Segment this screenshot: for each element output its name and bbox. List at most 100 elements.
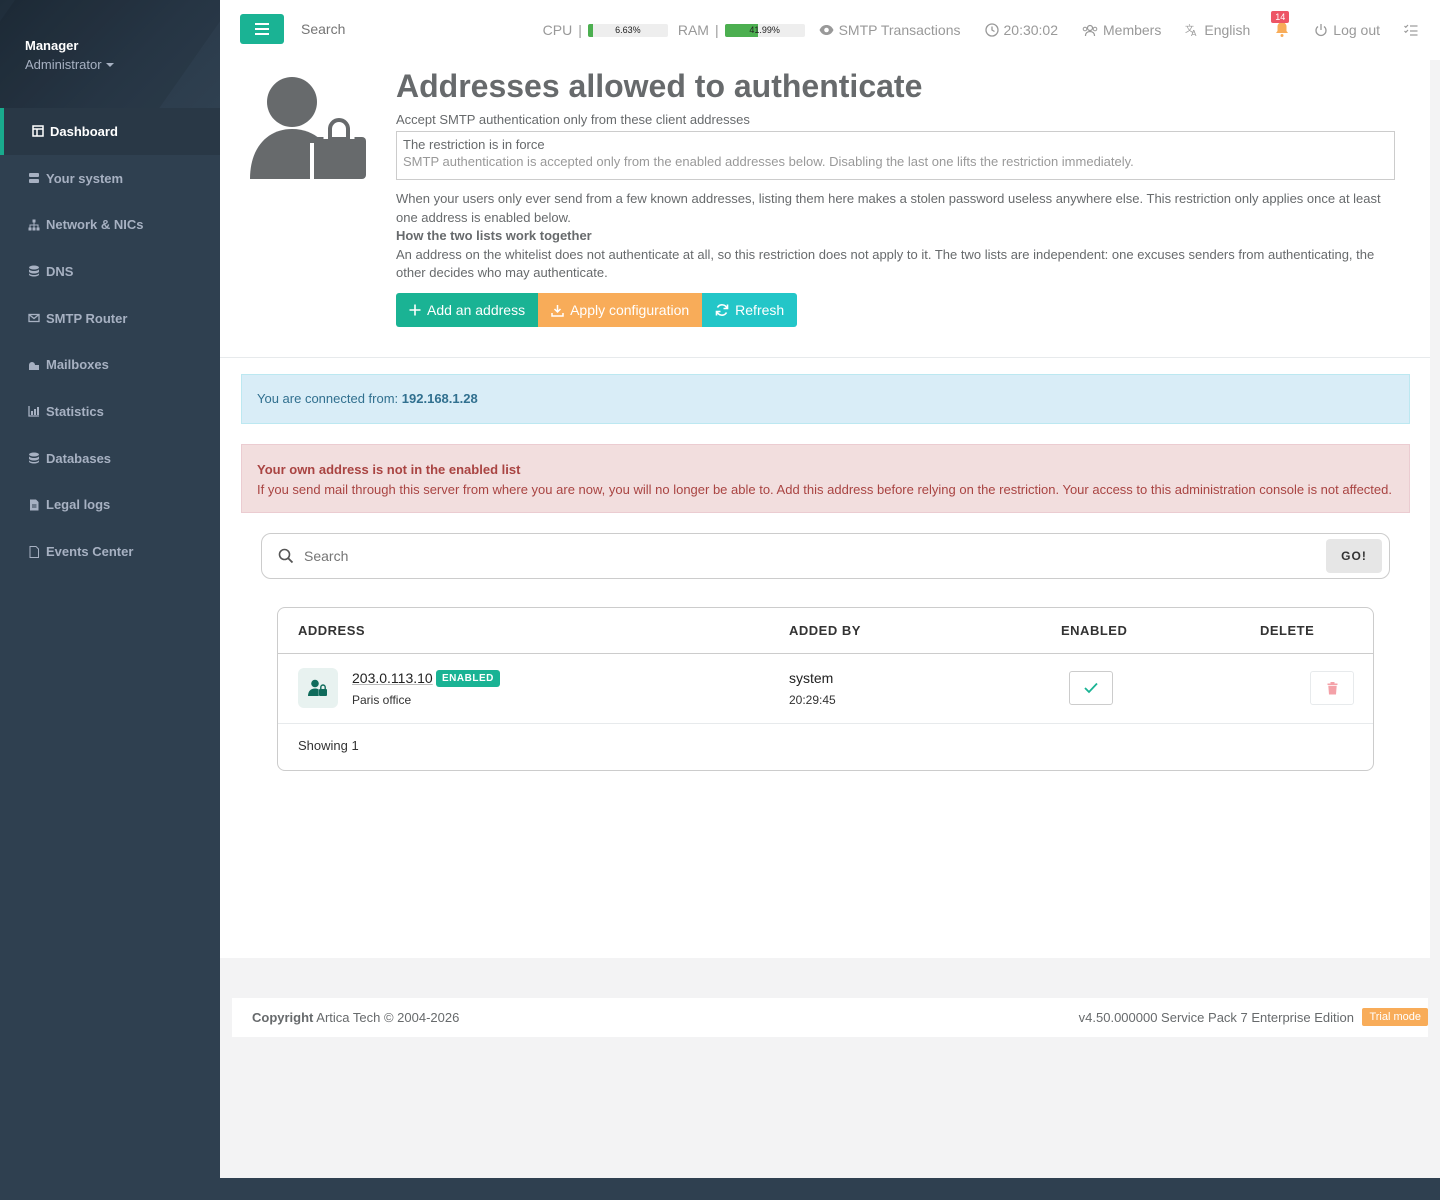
sidebar-item-label: Legal logs xyxy=(46,497,111,513)
add-address-label: Add an address xyxy=(427,302,526,318)
sidebar-item-statistics[interactable]: Statistics xyxy=(0,388,220,435)
column-header-added-by[interactable]: ADDED BY xyxy=(789,623,861,638)
add-address-button[interactable]: Add an address xyxy=(396,293,539,327)
members-link[interactable]: Members xyxy=(1082,22,1161,38)
database-icon xyxy=(28,265,40,277)
clock-icon xyxy=(984,23,999,37)
smtp-transactions-link[interactable]: SMTP Transactions xyxy=(819,22,961,38)
user-role-label: Administrator xyxy=(25,57,102,72)
search-icon xyxy=(278,548,294,567)
restriction-status-box: The restriction is in force SMTP authent… xyxy=(396,131,1395,180)
dashboard-icon xyxy=(32,125,44,138)
clock-value: 20:30:02 xyxy=(1003,22,1059,38)
network-icon xyxy=(28,219,40,231)
plus-icon xyxy=(409,304,421,316)
smtp-transactions-label: SMTP Transactions xyxy=(838,22,961,38)
column-header-address[interactable]: ADDRESS xyxy=(298,623,365,638)
table-search-input[interactable] xyxy=(304,548,1204,564)
sidebar-item-label: Statistics xyxy=(46,403,104,419)
refresh-button[interactable]: Refresh xyxy=(702,293,798,327)
restriction-title: The restriction is in force xyxy=(403,137,545,152)
lists-text: An address on the whitelist does not aut… xyxy=(396,246,1375,281)
search-go-button[interactable]: GO! xyxy=(1326,539,1382,573)
svg-text:A: A xyxy=(1191,29,1197,37)
menu-toggle-button[interactable] xyxy=(240,14,284,44)
sidebar-item-label: Events Center xyxy=(46,544,134,560)
sidebar-item-events-center[interactable]: Events Center xyxy=(0,528,220,575)
copyright-label: Copyright xyxy=(252,1010,314,1025)
refresh-icon xyxy=(715,304,729,316)
row-count-label: Showing 1 xyxy=(298,738,359,753)
file-icon xyxy=(28,499,40,511)
logout-link[interactable]: Log out xyxy=(1314,22,1380,38)
hamburger-icon xyxy=(255,23,269,35)
sidebar-item-label: DNS xyxy=(46,263,74,279)
added-time-value: 20:29:45 xyxy=(789,693,836,707)
page-subtitle: Accept SMTP authentication only from the… xyxy=(396,112,750,127)
sidebar-item-dashboard[interactable]: Dashboard xyxy=(0,108,220,155)
sidebar-item-legal-logs[interactable]: Legal logs xyxy=(0,482,220,529)
mailbox-icon xyxy=(28,359,40,371)
ram-value: 41.99% xyxy=(749,24,780,35)
tasks-button[interactable] xyxy=(1404,24,1418,36)
members-label: Members xyxy=(1103,22,1162,38)
sidebar-item-label: Dashboard xyxy=(50,123,118,139)
user-lock-icon xyxy=(250,77,370,187)
top-right-bar: CPU | 6.63% RAM | 41.99% SMTP Transactio… xyxy=(543,0,1418,60)
connection-info-alert: You are connected from: 192.168.1.28 xyxy=(241,374,1410,424)
cpu-bar: 6.63% xyxy=(587,23,668,37)
action-buttons: Add an address Apply configuration Refre… xyxy=(396,293,798,327)
sidebar-nav: Dashboard Your system Network & NICs DNS… xyxy=(0,108,220,575)
caret-down-icon xyxy=(105,62,114,67)
bottom-strip xyxy=(220,1178,1440,1200)
ram-meter: RAM | 41.99% xyxy=(678,22,805,38)
download-icon xyxy=(551,304,564,317)
notifications-button[interactable]: 14 xyxy=(1271,11,1290,40)
users-icon xyxy=(1082,24,1098,36)
sidebar-item-label: SMTP Router xyxy=(46,310,128,326)
sidebar-item-dns[interactable]: DNS xyxy=(0,248,220,295)
page-title: Addresses allowed to authenticate xyxy=(396,68,923,104)
notifications-badge: 14 xyxy=(1271,11,1290,23)
check-icon xyxy=(1084,682,1098,694)
trial-badge: Trial mode xyxy=(1362,1008,1428,1026)
top-search-input[interactable] xyxy=(301,21,461,37)
server-icon xyxy=(28,172,40,184)
enabled-toggle-button[interactable] xyxy=(1069,671,1113,705)
chart-icon xyxy=(28,405,40,418)
warning-title: Your own address is not in the enabled l… xyxy=(257,462,521,477)
main-area: CPU | 6.63% RAM | 41.99% SMTP Transactio… xyxy=(220,0,1440,1178)
sidebar-item-mailboxes[interactable]: Mailboxes xyxy=(0,341,220,388)
page-description: When your users only ever send from a fe… xyxy=(396,190,1396,283)
sidebar-item-label: Databases xyxy=(46,450,112,466)
own-address-warning: Your own address is not in the enabled l… xyxy=(241,444,1410,513)
sidebar-item-databases[interactable]: Databases xyxy=(0,435,220,482)
sidebar-item-network[interactable]: Network & NICs xyxy=(0,201,220,248)
translate-icon: 文A xyxy=(1185,23,1197,37)
language-selector[interactable]: 文A English xyxy=(1185,22,1250,38)
column-header-delete: DELETE xyxy=(1260,623,1315,638)
warning-text: If you send mail through this server fro… xyxy=(257,481,1392,497)
sidebar-item-your-system[interactable]: Your system xyxy=(0,155,220,202)
user-role-dropdown[interactable]: Administrator xyxy=(25,57,195,72)
table-search-bar: GO! xyxy=(261,533,1390,579)
logout-label: Log out xyxy=(1333,22,1380,38)
sidebar-item-smtp-router[interactable]: SMTP Router xyxy=(0,295,220,342)
column-header-enabled[interactable]: ENABLED xyxy=(1061,623,1127,638)
sidebar-item-label: Mailboxes xyxy=(46,357,109,373)
footer: Copyright Artica Tech © 2004-2026 v4.50.… xyxy=(232,998,1428,1037)
envelope-icon xyxy=(28,312,40,324)
user-lock-icon xyxy=(298,668,338,708)
apply-configuration-button[interactable]: Apply configuration xyxy=(538,293,703,327)
lists-heading: How the two lists work together xyxy=(396,228,592,243)
refresh-label: Refresh xyxy=(735,302,785,318)
address-link[interactable]: 203.0.113.10 xyxy=(352,670,433,686)
language-label: English xyxy=(1204,22,1251,38)
power-icon xyxy=(1315,24,1327,37)
delete-button[interactable] xyxy=(1310,671,1354,705)
addresses-table: ADDRESS ADDED BY ENABLED DELETE 203.0.11… xyxy=(277,607,1374,771)
page-header: Addresses allowed to authenticate Accept… xyxy=(220,60,1430,358)
address-note: Paris office xyxy=(352,693,412,707)
sidebar: Manager Administrator Dashboard Your sys… xyxy=(0,0,220,1200)
description-text: When your users only ever send from a fe… xyxy=(396,191,1381,225)
